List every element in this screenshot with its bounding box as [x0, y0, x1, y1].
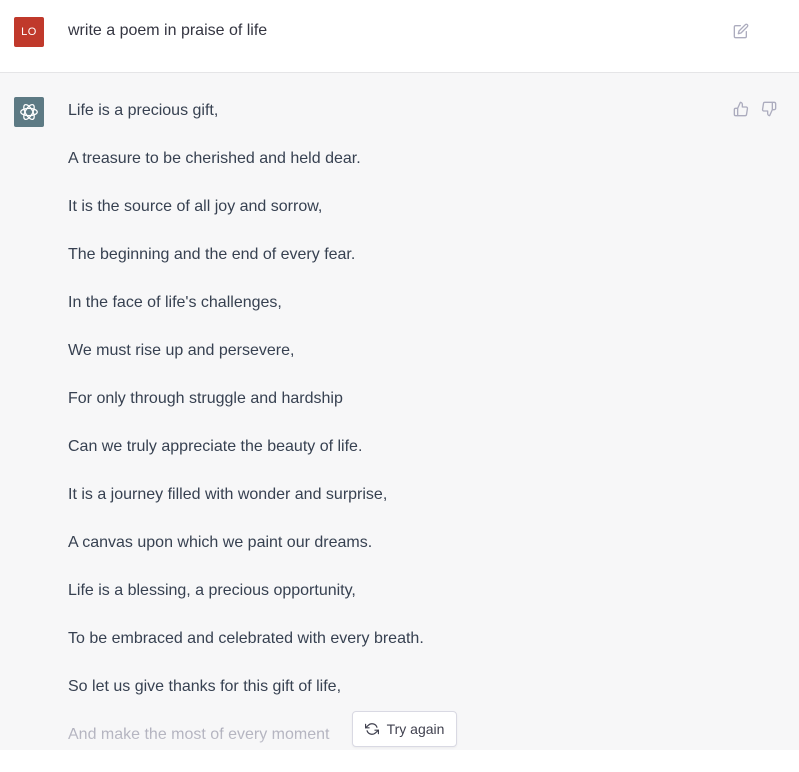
user-avatar: LO	[14, 17, 44, 47]
poem-line: The beginning and the end of every fear.	[68, 246, 356, 263]
poem-line: To be embraced and celebrated with every…	[68, 630, 424, 647]
assistant-message-row: Life is a precious gift, A treasure to b…	[0, 73, 799, 750]
poem-line: Life is a blessing, a precious opportuni…	[68, 582, 356, 599]
thumbs-up-button[interactable]	[731, 99, 751, 119]
poem-line: So let us give thanks for this gift of l…	[68, 678, 342, 695]
user-message-text: write a poem in praise of life	[68, 22, 268, 39]
poem-line: In the face of life's challenges,	[68, 294, 282, 311]
poem-line: Life is a precious gift,	[68, 102, 219, 119]
user-message-row: LO write a poem in praise of life	[0, 0, 799, 73]
poem-line: For only through struggle and hardship	[68, 390, 343, 407]
poem-line: A canvas upon which we paint our dreams.	[68, 534, 373, 551]
thumbs-down-icon	[761, 101, 777, 117]
openai-logo-icon	[20, 103, 38, 121]
poem-line: We must rise up and persevere,	[68, 342, 295, 359]
thumbs-up-icon	[733, 101, 749, 117]
poem-line: Can we truly appreciate the beauty of li…	[68, 438, 363, 455]
poem-line: It is the source of all joy and sorrow,	[68, 198, 323, 215]
edit-icon	[733, 23, 749, 39]
refresh-icon	[364, 722, 379, 736]
try-again-label: Try again	[386, 721, 445, 737]
edit-message-button[interactable]	[731, 21, 751, 41]
assistant-poem: Life is a precious gift, A treasure to b…	[68, 100, 708, 772]
thumbs-down-button[interactable]	[759, 99, 779, 119]
try-again-button[interactable]: Try again	[352, 711, 457, 747]
poem-line: It is a journey filled with wonder and s…	[68, 486, 388, 503]
assistant-avatar	[14, 97, 44, 127]
poem-line: A treasure to be cherished and held dear…	[68, 150, 361, 167]
